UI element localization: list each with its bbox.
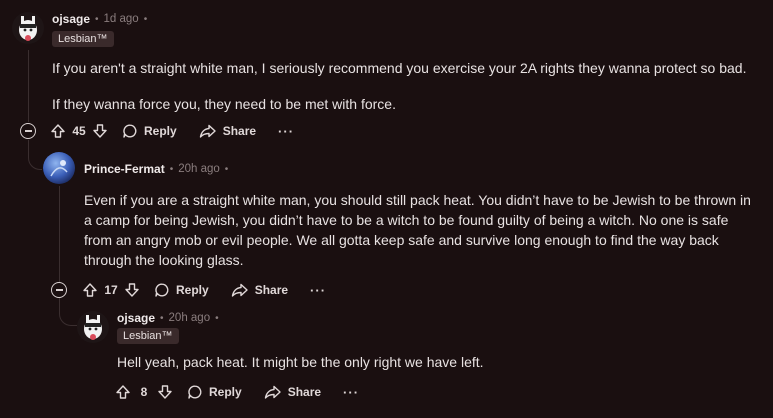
- separator-dot: •: [160, 312, 164, 324]
- comment-header: ojsage • 20h ago •: [117, 311, 219, 325]
- more-options-button[interactable]: ···: [310, 283, 326, 298]
- thread-connector-2: [59, 298, 77, 326]
- timestamp[interactable]: 20h ago: [169, 312, 211, 324]
- comment-paragraph: If you aren't a straight white man, I se…: [52, 60, 747, 76]
- separator-dot: •: [143, 13, 148, 25]
- avatar[interactable]: [12, 12, 44, 44]
- upvote-icon[interactable]: [115, 384, 131, 400]
- vote-count: 17: [104, 283, 118, 297]
- share-label: Share: [254, 283, 289, 297]
- share-arrow-icon: [231, 282, 249, 298]
- reply-label: Reply: [176, 283, 209, 297]
- separator-dot: •: [215, 312, 219, 324]
- thread-line-level2: [59, 186, 60, 282]
- more-options-button[interactable]: ···: [278, 124, 294, 139]
- vote-count: 8: [140, 385, 148, 399]
- comment-actions: 45 Reply Share ···: [50, 119, 316, 143]
- separator-dot: •: [95, 13, 99, 25]
- upvote-icon[interactable]: [82, 282, 98, 298]
- reply-label: Reply: [209, 385, 242, 399]
- vote-count: 45: [72, 124, 86, 138]
- reply-label: Reply: [144, 124, 177, 138]
- share-button[interactable]: Share: [199, 123, 256, 139]
- comment-paragraph: Even if you are a straight white man, yo…: [84, 192, 751, 268]
- share-button[interactable]: Share: [231, 282, 288, 298]
- reply-button[interactable]: Reply: [154, 282, 209, 298]
- vote-group: 8: [115, 384, 173, 400]
- comment-thread: ojsage • 1d ago • Lesbian™ If you aren't…: [0, 0, 773, 418]
- share-label: Share: [287, 385, 322, 399]
- share-arrow-icon: [264, 384, 282, 400]
- username[interactable]: ojsage: [117, 311, 155, 325]
- timestamp[interactable]: 20h ago: [178, 163, 220, 175]
- username[interactable]: ojsage: [52, 12, 90, 26]
- avatar[interactable]: [77, 311, 109, 343]
- upvote-icon[interactable]: [50, 123, 66, 139]
- share-label: Share: [222, 124, 257, 138]
- comment-header: Prince-Fermat • 20h ago •: [84, 162, 228, 176]
- comment-actions: 8 Reply Share ···: [115, 380, 381, 404]
- reply-bubble-icon: [122, 123, 138, 139]
- user-flair: Lesbian™: [52, 31, 114, 47]
- reply-button[interactable]: Reply: [187, 384, 242, 400]
- user-flair: Lesbian™: [117, 328, 179, 344]
- vote-group: 45: [50, 123, 108, 139]
- reply-bubble-icon: [187, 384, 203, 400]
- collapse-button[interactable]: [20, 123, 36, 139]
- thread-line-root: [28, 50, 29, 122]
- username[interactable]: Prince-Fermat: [84, 162, 165, 176]
- avatar[interactable]: [43, 152, 75, 184]
- share-button[interactable]: Share: [264, 384, 321, 400]
- reply-button[interactable]: Reply: [122, 123, 177, 139]
- downvote-icon[interactable]: [92, 123, 108, 139]
- comment-header: ojsage • 1d ago •: [52, 12, 147, 26]
- comment-body: Even if you are a straight white man, yo…: [84, 190, 756, 286]
- downvote-icon[interactable]: [124, 282, 140, 298]
- thread-connector-1: [28, 140, 42, 170]
- timestamp[interactable]: 1d ago: [104, 13, 139, 25]
- more-options-button[interactable]: ···: [343, 385, 359, 400]
- share-arrow-icon: [199, 123, 217, 139]
- separator-dot: •: [224, 163, 229, 175]
- reply-bubble-icon: [154, 282, 170, 298]
- comment-actions: 17 Reply Share ···: [82, 278, 348, 302]
- separator-dot: •: [169, 163, 174, 175]
- downvote-icon[interactable]: [157, 384, 173, 400]
- comment-paragraph: If they wanna force you, they need to be…: [52, 96, 396, 112]
- collapse-button[interactable]: [51, 282, 67, 298]
- vote-group: 17: [82, 282, 140, 298]
- comment-paragraph: Hell yeah, pack heat. It might be the on…: [117, 354, 484, 370]
